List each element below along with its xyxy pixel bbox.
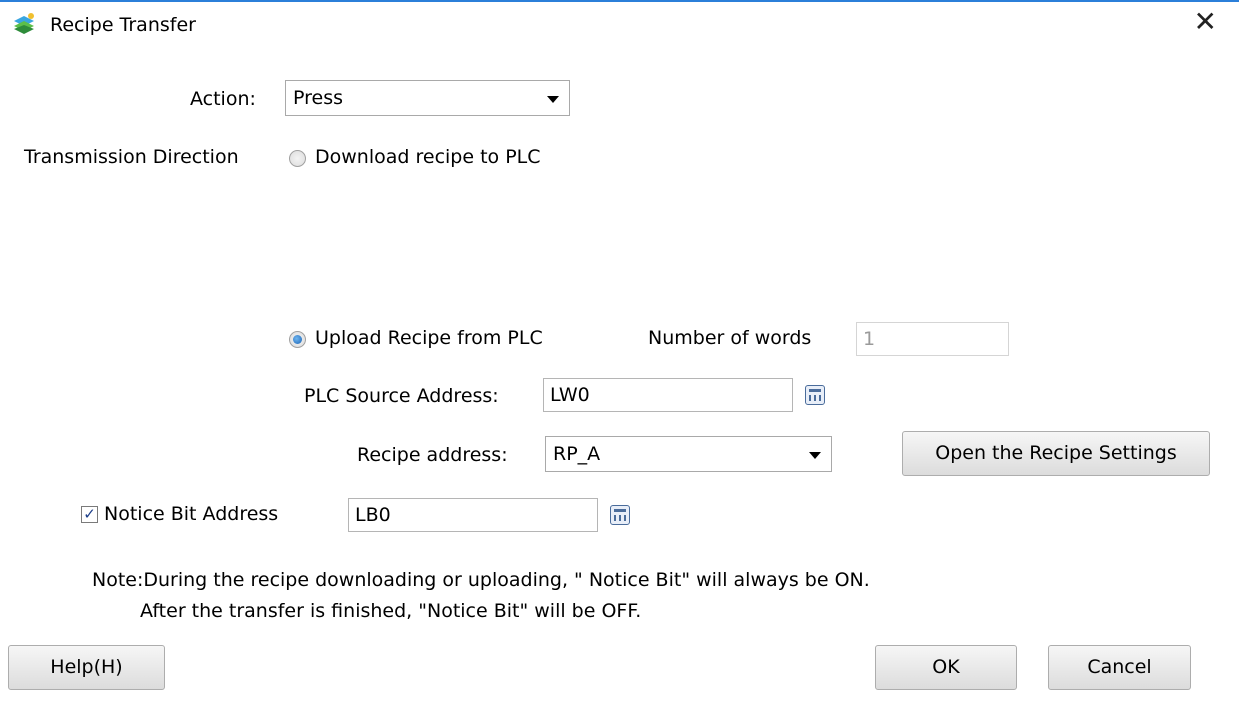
- app-icon: [14, 13, 34, 34]
- notice-bit-address-input[interactable]: LB0: [348, 498, 598, 532]
- chevron-down-icon: [547, 96, 559, 103]
- action-dropdown-value: Press: [293, 87, 344, 109]
- plc-source-address-label: PLC Source Address:: [304, 385, 499, 407]
- notice-bit-checkbox[interactable]: ✓: [81, 506, 98, 523]
- recipe-address-value: RP_A: [553, 443, 601, 465]
- cancel-button[interactable]: Cancel: [1048, 645, 1191, 690]
- download-radio[interactable]: [289, 150, 306, 167]
- note-line-1: Note:During the recipe downloading or up…: [92, 569, 870, 591]
- close-icon[interactable]: ✕: [1194, 8, 1217, 36]
- window-title: Recipe Transfer: [50, 14, 196, 36]
- ok-button[interactable]: OK: [875, 645, 1017, 690]
- number-of-words-value: 1: [863, 328, 876, 350]
- upload-radio-label[interactable]: Upload Recipe from PLC: [315, 327, 543, 349]
- plc-source-address-value: LW0: [550, 384, 590, 406]
- recipe-address-label: Recipe address:: [357, 444, 508, 466]
- number-of-words-label: Number of words: [648, 327, 812, 349]
- notice-bit-keypad-icon[interactable]: [610, 505, 630, 525]
- upload-radio[interactable]: [289, 331, 306, 348]
- help-button[interactable]: Help(H): [8, 645, 165, 690]
- window-top-border: [0, 0, 1239, 2]
- open-recipe-settings-button[interactable]: Open the Recipe Settings: [902, 431, 1210, 476]
- note-line-2: After the transfer is finished, "Notice …: [140, 600, 642, 622]
- action-dropdown[interactable]: Press: [285, 80, 570, 116]
- recipe-address-dropdown[interactable]: RP_A: [545, 436, 832, 472]
- plc-source-keypad-icon[interactable]: [805, 385, 825, 405]
- chevron-down-icon: [809, 452, 821, 459]
- number-of-words-field: 1: [856, 322, 1009, 356]
- transmission-direction-label: Transmission Direction: [24, 146, 239, 168]
- plc-source-address-input[interactable]: LW0: [543, 378, 793, 412]
- download-radio-label[interactable]: Download recipe to PLC: [315, 146, 541, 168]
- notice-bit-label[interactable]: Notice Bit Address: [104, 503, 278, 525]
- action-label: Action:: [190, 88, 256, 110]
- notice-bit-address-value: LB0: [355, 504, 391, 526]
